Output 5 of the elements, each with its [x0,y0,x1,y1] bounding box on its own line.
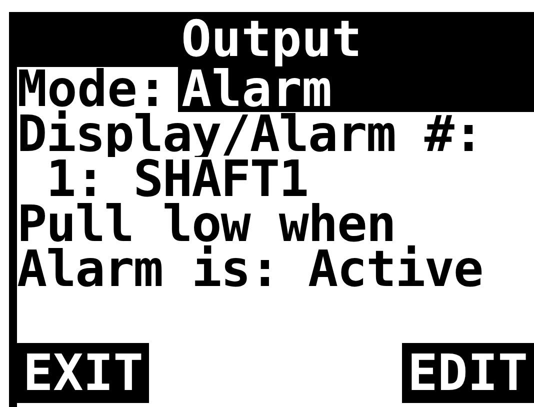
screen-text: Display/Alarm #: [17,112,534,157]
screen-text: 1: SHAFT1 [17,157,534,202]
softkey-button[interactable]: EDIT [402,343,534,403]
screen-text: Alarm is: Active [17,247,534,292]
softkey-button[interactable]: EXIT [17,343,150,403]
